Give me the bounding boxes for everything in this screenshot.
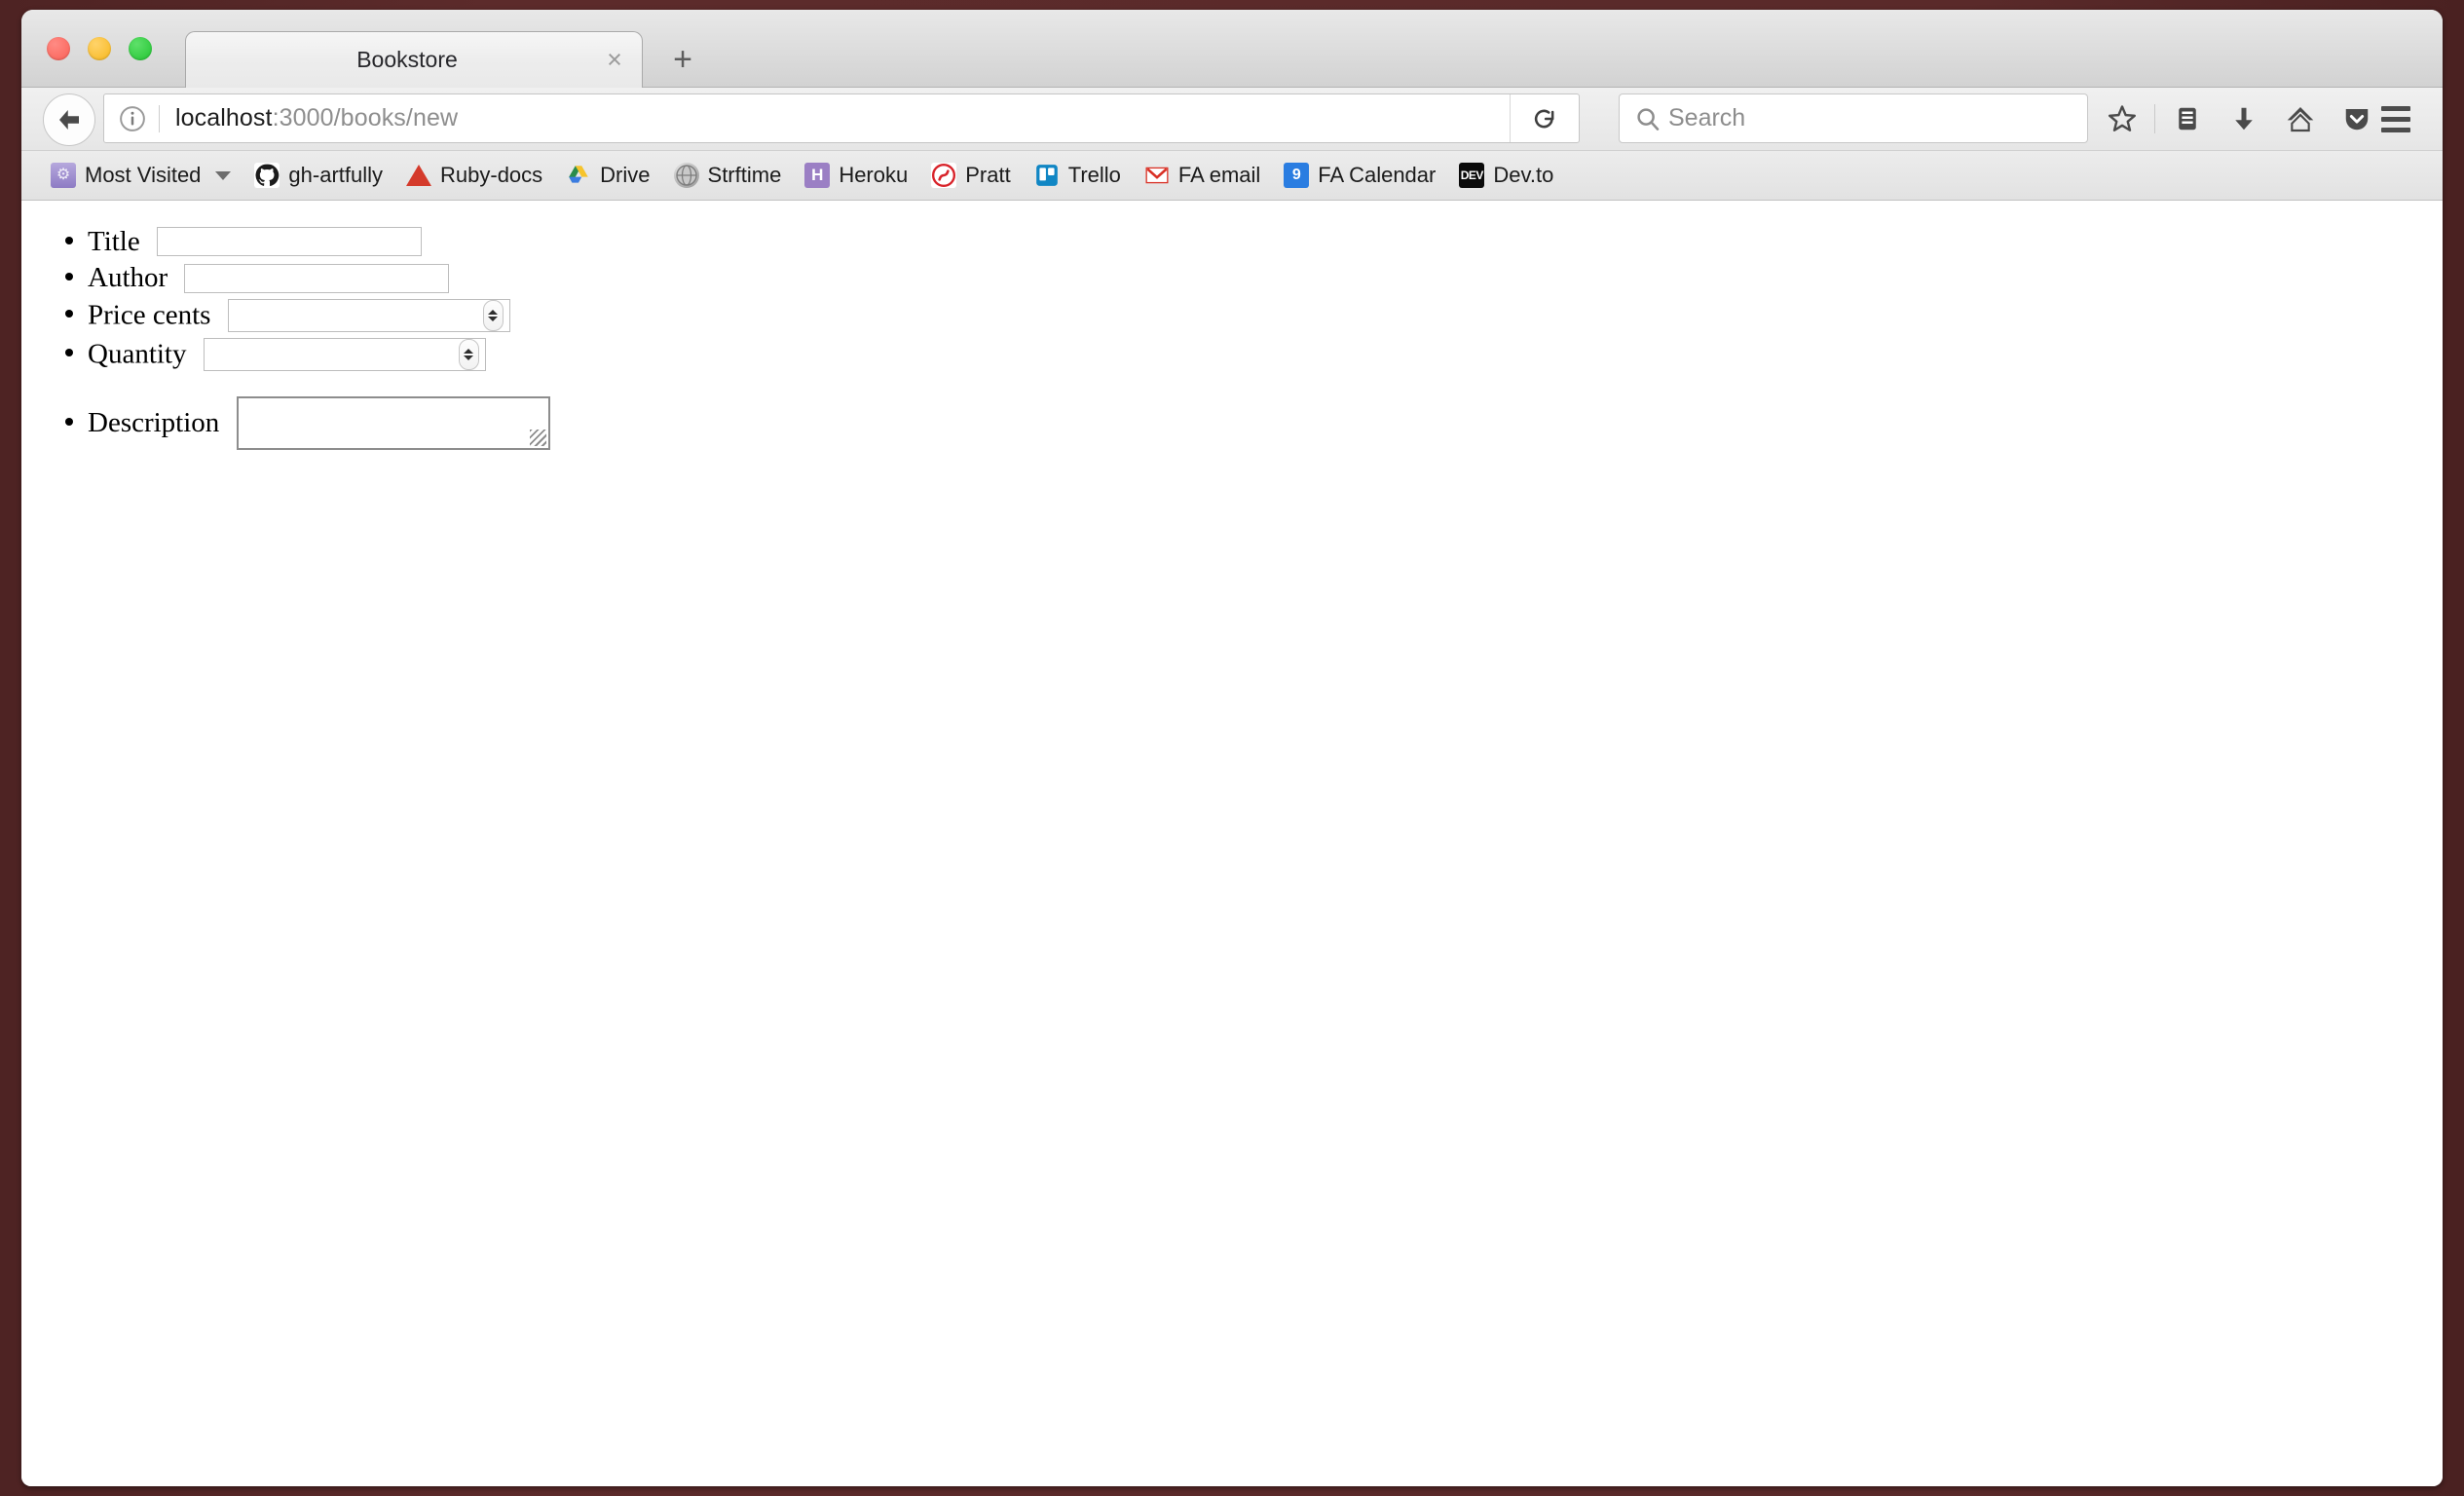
search-bar[interactable]: Search [1619, 94, 2088, 143]
bookmark-label: Dev.to [1493, 163, 1554, 187]
desktop-background: Bookstore × + localhost:3000/books/new S… [0, 0, 2464, 1496]
home-icon[interactable] [2272, 88, 2329, 150]
new-book-form: Title Author Price cents [21, 226, 2443, 450]
bookmarks-bar: Most Visited gh-artfully Ruby-docs [21, 151, 2443, 201]
form-row-price-cents: Price cents [88, 298, 2443, 332]
quantity-label: Quantity [88, 338, 187, 370]
downloads-icon[interactable] [2216, 88, 2272, 150]
folder-gear-icon [51, 163, 76, 188]
google-calendar-icon: 9 [1284, 163, 1310, 188]
form-row-author: Author [88, 262, 2443, 294]
zoom-window-button[interactable] [129, 37, 152, 60]
bookmark-heroku[interactable]: H Heroku [793, 151, 919, 200]
bookmark-most-visited[interactable]: Most Visited [39, 151, 243, 200]
bookmark-strftime[interactable]: Strftime [662, 151, 794, 200]
heroku-icon: H [804, 163, 831, 188]
price-cents-field-wrapper [227, 298, 510, 332]
bookmark-label: gh-artfully [288, 163, 384, 187]
navigation-toolbar: localhost:3000/books/new Search [21, 88, 2443, 151]
price-cents-label: Price cents [88, 299, 211, 331]
stepper-up-icon[interactable] [464, 348, 474, 354]
chevron-down-icon[interactable] [215, 170, 232, 180]
url-divider [159, 104, 160, 132]
close-tab-icon[interactable]: × [595, 47, 642, 73]
price-cents-stepper[interactable] [482, 299, 504, 331]
toolbar-divider [2154, 104, 2155, 133]
url-text: localhost:3000/books/new [175, 104, 458, 132]
title-label: Title [88, 225, 140, 257]
gmail-icon [1144, 163, 1170, 188]
back-arrow-icon [59, 110, 79, 130]
title-input[interactable] [157, 227, 422, 257]
bookmark-label: Strftime [707, 163, 782, 187]
bookmark-star-icon[interactable] [2094, 88, 2150, 150]
bookmark-trello[interactable]: Trello [1023, 151, 1133, 200]
globe-icon [673, 163, 699, 188]
tab-strip: Bookstore × + [21, 10, 2443, 88]
bookmark-label: Pratt [965, 163, 1011, 187]
toolbar-icon-group [2094, 88, 2385, 150]
quantity-field-wrapper [203, 337, 486, 371]
bookmark-label: FA email [1177, 163, 1261, 187]
window-controls [47, 37, 152, 60]
bookmark-fa-calendar[interactable]: 9 FA Calendar [1272, 151, 1447, 200]
ruby-icon [406, 163, 432, 188]
reload-button[interactable] [1510, 94, 1579, 142]
bookmark-gh-artfully[interactable]: gh-artfully [243, 151, 394, 200]
price-cents-input[interactable] [227, 298, 510, 332]
new-tab-button[interactable]: + [653, 31, 713, 88]
google-drive-icon [566, 163, 591, 188]
browser-window: Bookstore × + localhost:3000/books/new S… [21, 10, 2443, 1486]
quantity-input[interactable] [203, 337, 486, 371]
browser-tab-bookstore[interactable]: Bookstore × [185, 31, 643, 88]
bookmark-devto[interactable]: DEV Dev.to [1447, 151, 1565, 200]
stepper-down-icon[interactable] [464, 355, 474, 360]
search-icon [1637, 107, 1660, 131]
reload-icon [1534, 109, 1554, 128]
hamburger-menu-icon[interactable] [2367, 88, 2425, 150]
back-button[interactable] [43, 94, 95, 146]
bookmark-label: Ruby-docs [440, 163, 543, 187]
menu-line [2381, 127, 2410, 132]
url-bar[interactable]: localhost:3000/books/new [103, 94, 1580, 143]
bookmark-fa-email[interactable]: FA email [1133, 151, 1272, 200]
menu-line [2381, 105, 2410, 111]
github-icon [254, 163, 280, 188]
bookmark-label: Heroku [839, 163, 909, 187]
close-window-button[interactable] [47, 37, 70, 60]
description-textarea[interactable] [236, 395, 550, 450]
minimize-window-button[interactable] [88, 37, 111, 60]
description-field-wrapper [227, 395, 550, 450]
page-content: Title Author Price cents [21, 201, 2443, 1486]
form-row-description: Description [88, 395, 2443, 450]
url-host: localhost [175, 104, 273, 131]
stepper-up-icon[interactable] [488, 309, 499, 315]
bookmark-ruby-docs[interactable]: Ruby-docs [394, 151, 554, 200]
form-row-title: Title [88, 225, 2443, 257]
trello-icon [1034, 163, 1060, 188]
author-input[interactable] [184, 263, 450, 293]
tab-title: Bookstore [356, 47, 458, 72]
bookmark-label: Drive [600, 163, 651, 187]
description-label: Description [88, 406, 220, 438]
url-path: :3000/books/new [272, 104, 459, 131]
form-row-quantity: Quantity [88, 337, 2443, 371]
bookmark-pratt[interactable]: Pratt [919, 151, 1022, 200]
bookmark-label: FA Calendar [1318, 163, 1437, 187]
bookmark-label: Trello [1067, 163, 1121, 187]
bookmark-label: Most Visited [85, 163, 202, 187]
pratt-icon [931, 163, 957, 188]
bookmark-drive[interactable]: Drive [554, 151, 661, 200]
site-info-icon[interactable] [118, 104, 147, 133]
devto-icon: DEV [1459, 163, 1485, 188]
author-label: Author [88, 262, 168, 294]
reading-list-icon[interactable] [2159, 88, 2216, 150]
menu-line [2381, 116, 2410, 122]
stepper-down-icon[interactable] [488, 316, 499, 321]
search-input-placeholder: Search [1668, 104, 1746, 131]
quantity-stepper[interactable] [458, 338, 479, 370]
